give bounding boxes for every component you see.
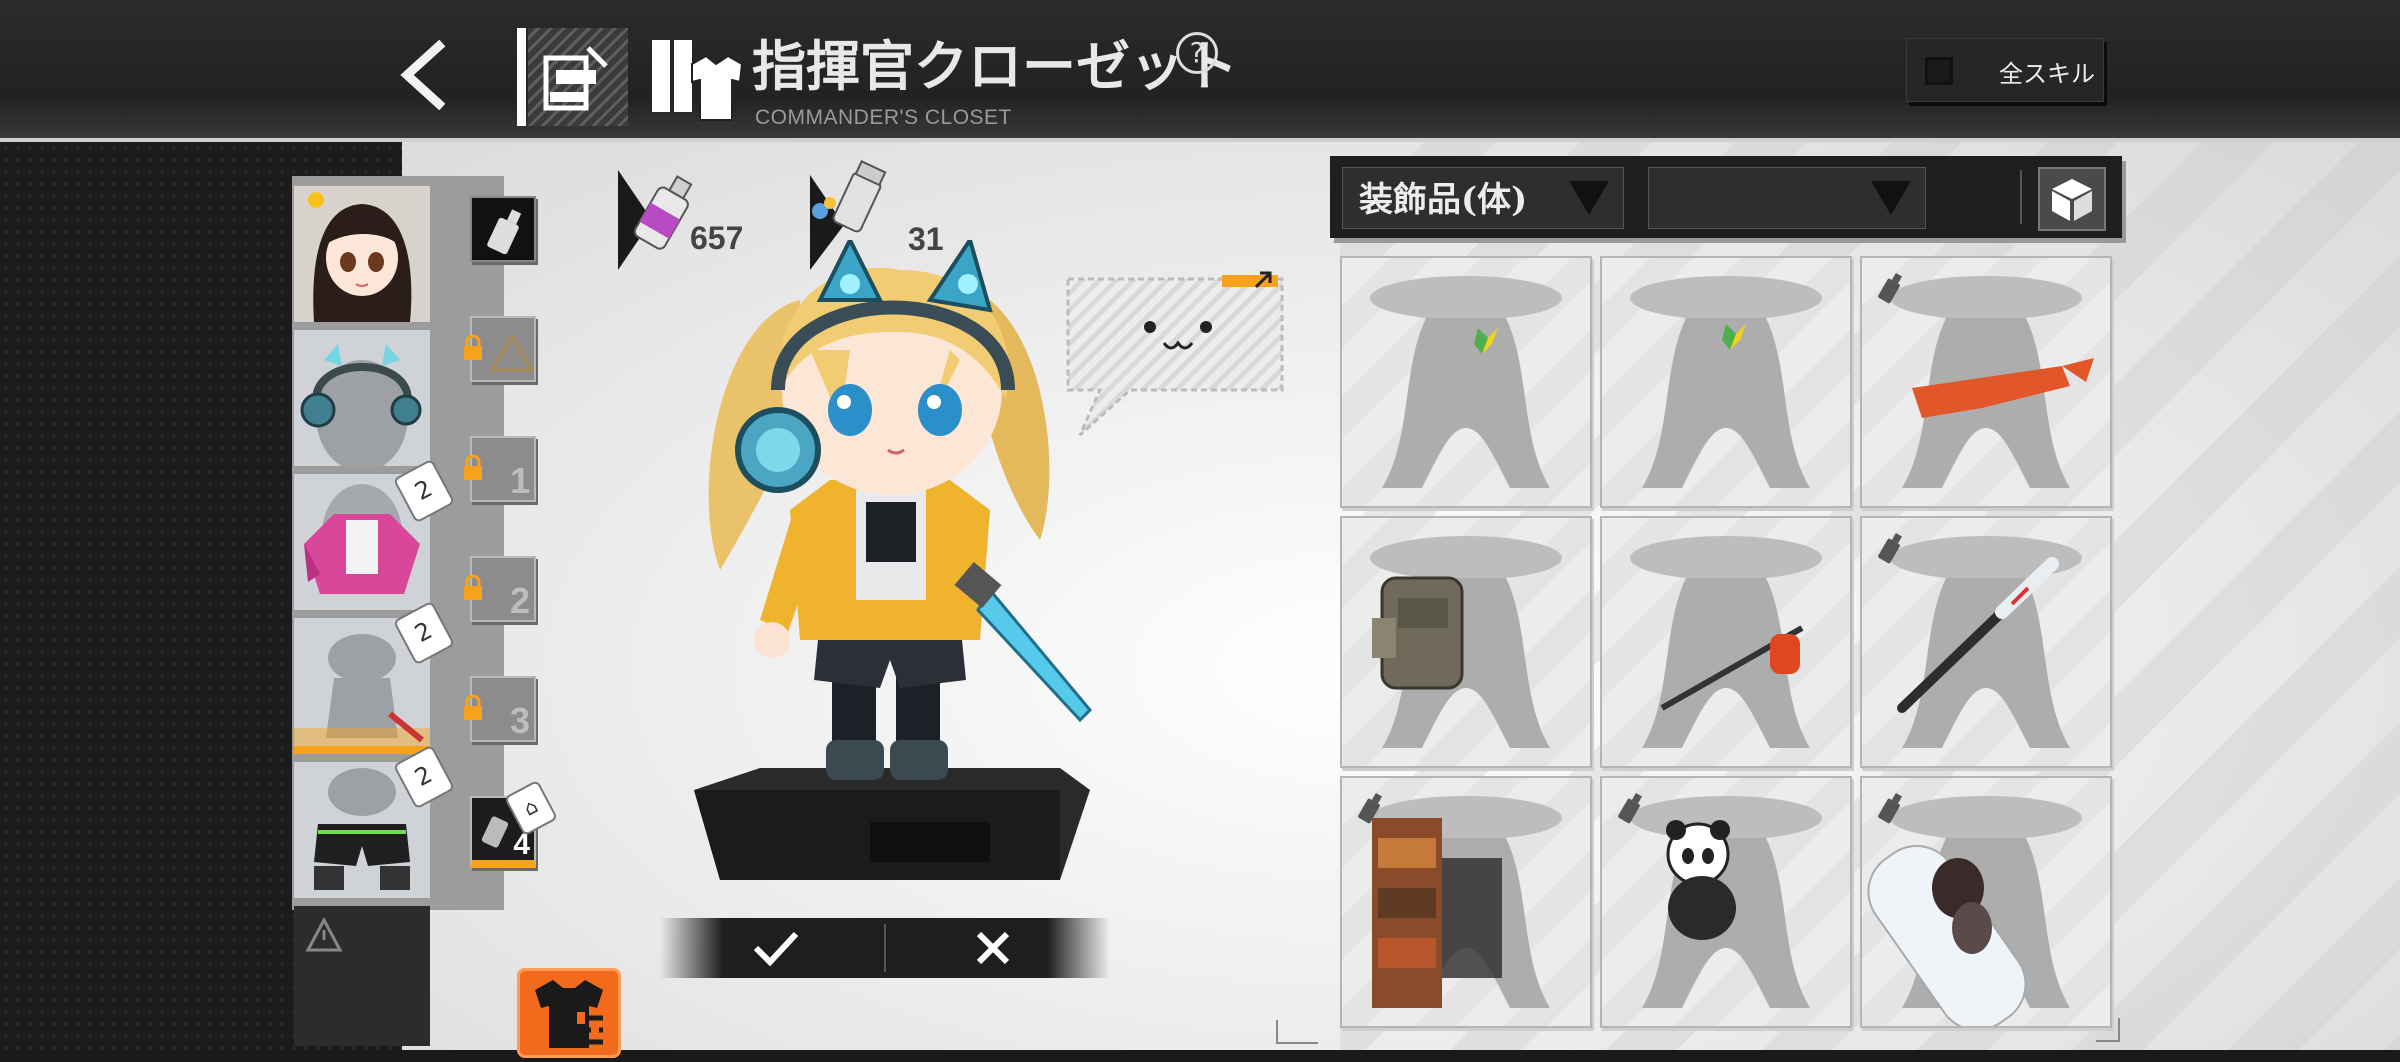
box-filter-button[interactable] [2038,167,2106,231]
category-dropdown-label: 装飾品(体) [1359,180,1528,220]
skin-item-headphones[interactable] [294,330,430,466]
cube-box-icon [2052,179,2092,221]
confirm-cancel-bar [660,918,1110,978]
subcategory-dropdown[interactable] [1648,167,1926,229]
skin-item-default[interactable] [294,186,430,322]
slot-number: 3 [509,700,530,741]
mannequin-backpack-preview [1370,536,1562,748]
dropdown-arrow-icon [1871,181,1911,215]
spray-can-icon [1878,273,1902,304]
accessory-item-lantern-staff[interactable] [1600,516,1852,768]
mannequin-lantern-preview [1630,536,1822,748]
cancel-button[interactable] [885,918,1110,978]
spray-can-icon [1358,793,1382,824]
page-subtitle: COMMANDER'S CLOSET [755,106,1012,129]
filter-bar: 装飾品(体) [1330,156,2122,238]
dye-capsule-counter: 31 [790,155,944,270]
corner-mark [1276,1020,1318,1044]
spray-can-icon [1878,533,1902,564]
spray-can-icon [487,209,522,255]
all-skills-checkbox[interactable] [1925,57,1953,85]
accessory-item-beginner-badge-2[interactable] [1600,256,1852,508]
chevron-left-icon [400,39,446,111]
lock-icon [462,454,484,482]
emote-speech-bubble[interactable] [1060,265,1290,445]
accessory-item-baseball-bat[interactable] [1860,516,2112,768]
skin-item-empty[interactable] [294,906,430,1046]
header-separator [517,28,526,126]
spray-can-icon [1618,793,1642,824]
spray-can-icon [1878,793,1902,824]
lock-icon [462,694,484,722]
slot-number: 1 [509,460,530,501]
mannequin-badge-preview [1630,276,1822,488]
category-dropdown[interactable]: 装飾品(体) [1342,167,1624,229]
pedestal [694,768,1090,880]
checkmark-icon [753,931,799,967]
lock-icon [462,574,484,602]
accessory-item-backpack[interactable] [1340,516,1592,768]
warning-triangle-icon [305,916,343,952]
all-skills-toggle[interactable]: 全スキル [1906,38,2104,102]
all-skills-label: 全スキル [1999,60,2095,88]
close-icon [976,931,1010,965]
accessory-item-cardboard-backpack[interactable] [1340,776,1592,1028]
dropdown-arrow-icon [1569,181,1609,215]
wardrobe-settings-button[interactable] [517,968,621,1058]
mannequin-badge-preview [1370,276,1562,488]
confirm-button[interactable] [660,918,885,978]
character-portrait [294,186,430,322]
accessory-item-hug-pillow[interactable] [1860,776,2112,1028]
closet-icon [528,28,628,126]
page-title: 指揮官クローゼット [752,34,1238,98]
filter-separator [2020,170,2022,224]
back-button[interactable] [395,39,455,111]
speech-bubble-icon [1066,271,1284,437]
slot-number: 2 [509,580,530,621]
headphones-preview [294,330,430,466]
character-preview [694,240,1093,880]
corner-mark [2096,1018,2120,1042]
dye-spray-counter: 657 [612,160,752,270]
accessory-item-panda-plush[interactable] [1600,776,1852,1028]
dye-slot[interactable] [470,196,536,262]
lock-icon [462,334,484,362]
accessory-item-bandana[interactable] [1860,256,2112,508]
shirt-settings-icon [535,980,603,1048]
help-icon[interactable]: ? [1176,32,1218,74]
accessory-item-beginner-badge[interactable] [1340,256,1592,508]
wardrobe-shirt-icon [648,34,748,124]
